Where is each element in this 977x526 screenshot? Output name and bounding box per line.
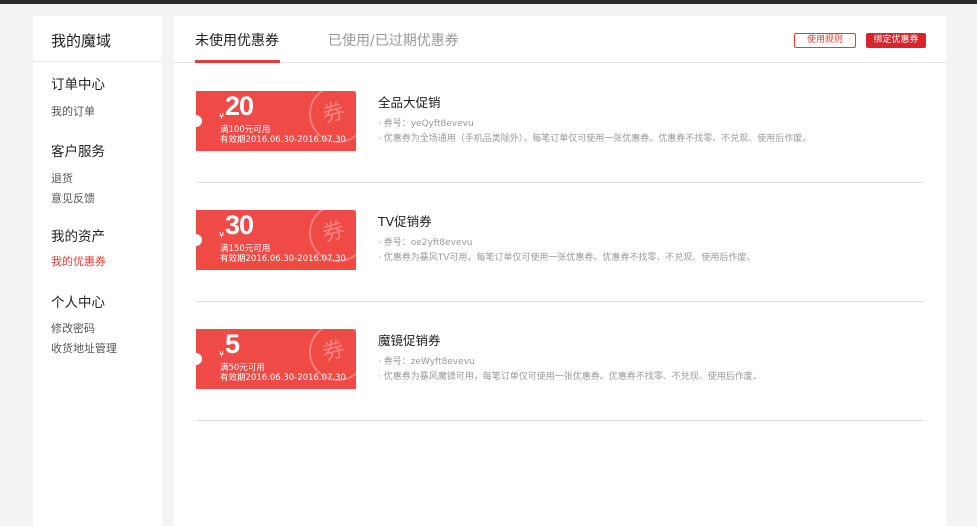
currency-symbol: ¥	[219, 350, 225, 359]
bind-coupon-button[interactable]: 绑定优惠券	[866, 33, 926, 48]
sidebar-group-orders: 订单中心 我的订单	[33, 74, 162, 122]
coupon-ticket: 券 ¥ 30 满150元可用 有效期2016.06.30-2016.07.30	[196, 210, 356, 270]
sidebar-item-feedback[interactable]: 意见反馈	[51, 189, 162, 209]
usage-rules-button[interactable]: 使用规则	[794, 33, 856, 48]
tab-unused-coupons[interactable]: 未使用优惠券	[195, 16, 279, 63]
coupon-item: 券 ¥ 5 满50元可用 有效期2016.06.30-2016.07.30 魔镜…	[196, 301, 924, 421]
sidebar: 我的魔域 订单中心 我的订单 客户服务 退货 意见反馈 我的资产 我的优惠券 个…	[33, 16, 162, 526]
coupon-amount: 30	[225, 210, 254, 240]
coupon-info: TV促销券 · 券号：oe2yft8evevu · 优惠券为暴风TV可用，每笔订…	[378, 212, 755, 264]
sidebar-group-assets: 我的资产 我的优惠券	[33, 226, 162, 272]
coupon-info: 魔镜促销券 · 券号：zeWyft8evevu · 优惠券为暴风魔镜可用，每笔订…	[378, 331, 762, 383]
coupon-name: 全品大促销	[378, 95, 441, 110]
coupon-item: 券 ¥ 30 满150元可用 有效期2016.06.30-2016.07.30 …	[196, 182, 924, 302]
sidebar-group-title: 客户服务	[51, 144, 105, 160]
sidebar-item-my-orders[interactable]: 我的订单	[51, 102, 162, 122]
sidebar-item-my-coupons[interactable]: 我的优惠券	[51, 252, 162, 272]
coupon-info: 全品大促销 · 券号：yeQyft8evevu · 优惠券为全场通用（手机品类除…	[378, 93, 811, 145]
sidebar-item-returns[interactable]: 退货	[51, 169, 162, 189]
ticket-notch	[196, 353, 202, 365]
coupon-name: TV促销券	[378, 214, 432, 229]
top-bar	[0, 0, 977, 4]
coupon-amount: 20	[225, 91, 254, 121]
coupon-description: · 优惠券为暴风TV可用，每笔订单仅可使用一张优惠券。优惠券不找零、不兑现、使用…	[378, 253, 756, 263]
coupon-validity: 有效期2016.06.30-2016.07.30	[220, 373, 346, 383]
coupon-validity: 有效期2016.06.30-2016.07.30	[220, 135, 346, 145]
coupon-name: 魔镜促销券	[378, 333, 441, 348]
sidebar-item-change-password[interactable]: 修改密码	[51, 319, 162, 339]
currency-symbol: ¥	[219, 112, 225, 121]
sidebar-item-address-management[interactable]: 收货地址管理	[51, 339, 162, 359]
coupon-code: · 券号：oe2yft8evevu	[378, 238, 473, 248]
coupon-item: 券 ¥ 20 满100元可用 有效期2016.06.30-2016.07.30 …	[196, 63, 924, 183]
coupon-description: · 优惠券为全场通用（手机品类除外），每笔订单仅可使用一张优惠券。优惠券不找零、…	[378, 134, 812, 144]
sidebar-group-title: 订单中心	[51, 77, 105, 93]
ticket-notch	[196, 234, 202, 246]
coupon-ticket: 券 ¥ 20 满100元可用 有效期2016.06.30-2016.07.30	[196, 91, 356, 151]
tab-used-expired-coupons[interactable]: 已使用/已过期优惠券	[328, 16, 459, 63]
currency-symbol: ¥	[219, 231, 225, 240]
sidebar-title: 我的魔域	[33, 16, 162, 62]
coupon-code: · 券号：yeQyft8evevu	[378, 119, 474, 129]
coupon-ticket: 券 ¥ 5 满50元可用 有效期2016.06.30-2016.07.30	[196, 329, 356, 389]
coupon-description: · 优惠券为暴风魔镜可用，每笔订单仅可使用一张优惠券。优惠券不找零、不兑现、使用…	[378, 372, 762, 382]
main-panel: 未使用优惠券 已使用/已过期优惠券 使用规则 绑定优惠券 券 ¥ 20 满100…	[174, 16, 946, 526]
coupon-amount: 5	[225, 329, 240, 359]
coupon-validity: 有效期2016.06.30-2016.07.30	[220, 254, 346, 264]
coupon-tabs: 未使用优惠券 已使用/已过期优惠券 使用规则 绑定优惠券	[174, 16, 946, 63]
sidebar-group-title: 个人中心	[51, 295, 105, 311]
sidebar-group-title: 我的资产	[51, 229, 105, 245]
coupon-code: · 券号：zeWyft8evevu	[378, 357, 475, 367]
ticket-notch	[196, 115, 202, 127]
sidebar-group-personal: 个人中心 修改密码 收货地址管理	[33, 292, 162, 359]
sidebar-group-service: 客户服务 退货 意见反馈	[33, 141, 162, 209]
